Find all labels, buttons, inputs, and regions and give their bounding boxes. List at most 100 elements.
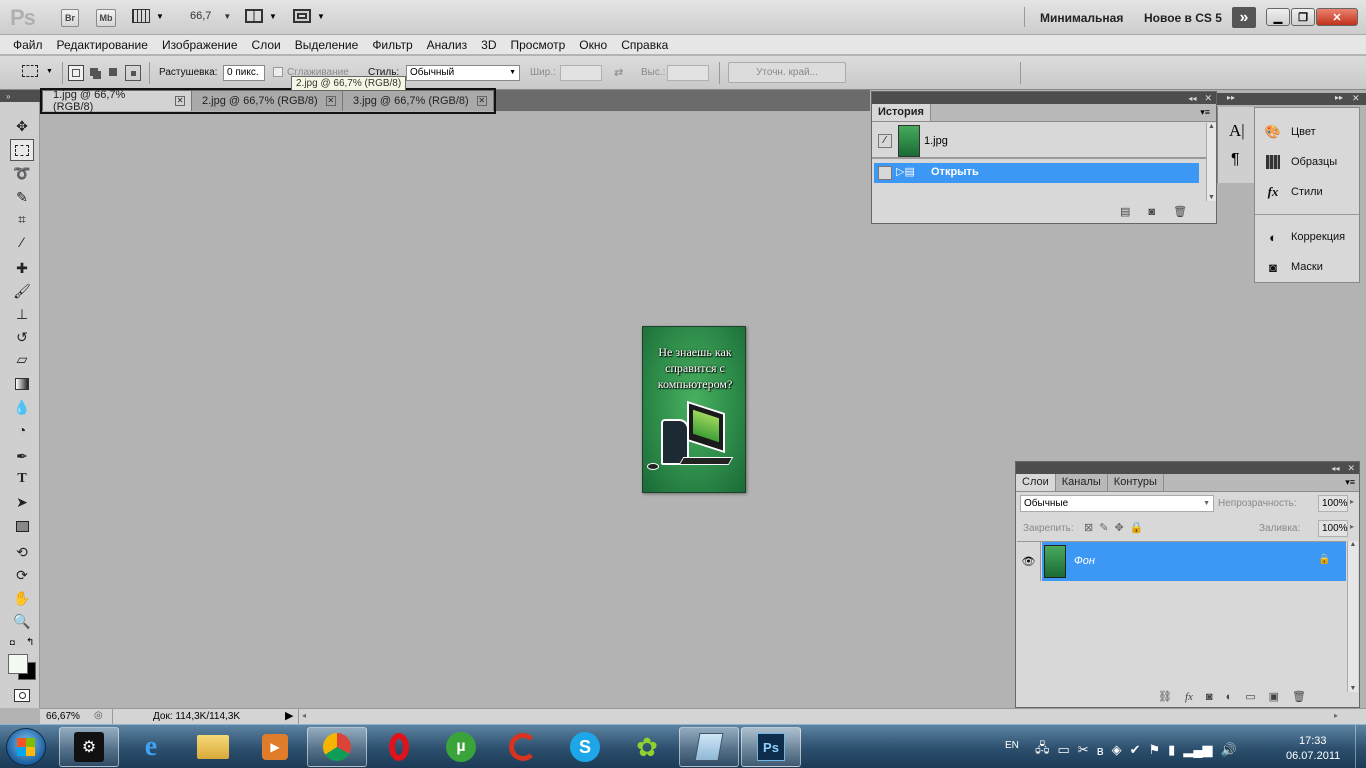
panel-masks[interactable]: ◙ Маски (1255, 252, 1359, 282)
bluetooth-icon[interactable]: ʙ (1097, 743, 1104, 758)
adjustment-layer-icon[interactable]: ◐ (1226, 691, 1233, 703)
expand-icon[interactable]: ▸▸ (1227, 93, 1235, 102)
scroll-up-icon[interactable]: ▲ (1207, 123, 1216, 130)
path-selection-tool-icon[interactable]: ➤ (10, 491, 34, 513)
lasso-tool-icon[interactable]: ➰ (10, 162, 34, 184)
new-snapshot-icon[interactable]: ◙ (1148, 206, 1155, 218)
tab-layers[interactable]: Слои (1016, 474, 1056, 491)
more-workspaces-button[interactable]: » (1232, 7, 1256, 28)
taskbar-utorrent[interactable]: µ (431, 727, 491, 767)
collapse-icon[interactable]: ▸▸ (1335, 93, 1343, 102)
menu-image[interactable]: Изображение (155, 35, 245, 55)
tab-document-3[interactable]: 3.jpg @ 66,7% (RGB/8) ✕ (343, 91, 494, 111)
close-icon[interactable]: ✕ (1204, 93, 1212, 104)
action-center-icon[interactable]: ⚑ (1149, 742, 1161, 758)
close-icon[interactable]: ✕ (175, 96, 185, 106)
status-menu-icon[interactable]: ▶ (285, 709, 293, 722)
3d-rotate-tool-icon[interactable]: ⟲ (10, 541, 34, 563)
security-icon[interactable]: ◈ (1112, 742, 1122, 758)
layer-row[interactable]: 👁 Фон 🔒 (1017, 541, 1346, 581)
3d-orbit-tool-icon[interactable]: ⟳ (10, 564, 34, 586)
panel-color[interactable]: 🎨 Цвет (1255, 117, 1359, 147)
chevron-right-icon[interactable]: ▸ (1350, 522, 1354, 531)
snapshot-row[interactable]: ⁄ 1.jpg (872, 123, 1206, 159)
fx-icon[interactable]: fx (1185, 691, 1193, 703)
close-icon[interactable]: ✕ (325, 96, 336, 106)
update-icon[interactable]: ✔ (1130, 742, 1141, 758)
paragraph-icon[interactable]: ¶ (1231, 151, 1240, 169)
clock-time[interactable]: 17:33 (1299, 735, 1327, 747)
menu-file[interactable]: Файл (6, 35, 50, 55)
taskbar-chrome[interactable] (307, 727, 367, 767)
eraser-tool-icon[interactable]: ▱ (10, 348, 34, 370)
add-mask-icon[interactable]: ◙ (1206, 691, 1213, 703)
taskbar-notes[interactable] (679, 727, 739, 767)
network-share-icon[interactable]: 🖧 (1035, 739, 1050, 761)
history-scrollbar[interactable]: ▲ ▼ (1206, 123, 1216, 201)
history-brush-source-icon[interactable]: ⁄ (878, 134, 892, 148)
zoom-tool-icon[interactable]: 🔍 (10, 610, 34, 632)
menu-view[interactable]: Просмотр (503, 35, 572, 55)
battery-icon[interactable]: ▮ (1168, 742, 1175, 758)
taskbar-opera[interactable] (369, 727, 429, 767)
lock-transparency-icon[interactable]: ⊠ (1084, 521, 1093, 534)
chevron-right-icon[interactable]: ▸ (1350, 497, 1354, 506)
menu-layers[interactable]: Слои (245, 35, 288, 55)
minimize-button[interactable]: ▁ (1266, 8, 1290, 26)
taskbar-media-player[interactable]: ▶ (245, 727, 305, 767)
pen-tool-icon[interactable]: ✒ (10, 445, 34, 467)
new-selection-icon[interactable] (68, 65, 84, 81)
show-desktop-button[interactable] (1355, 725, 1366, 768)
width-input[interactable] (560, 65, 602, 81)
tab-document-2[interactable]: 2.jpg @ 66,7% (RGB/8) ✕ (192, 91, 343, 111)
fill-input[interactable]: 100% (1318, 520, 1348, 537)
layer-name[interactable]: Фон (1074, 555, 1095, 567)
tab-history[interactable]: История (872, 104, 931, 121)
quick-selection-tool-icon[interactable]: ✎ (10, 186, 34, 208)
intersect-selection-icon[interactable] (125, 65, 141, 81)
scroll-right-icon[interactable]: ▸ (1334, 711, 1338, 720)
tools-icon[interactable]: ✂ (1078, 742, 1089, 758)
gradient-tool-icon[interactable] (10, 373, 34, 395)
lock-pixels-icon[interactable]: ✎ (1099, 521, 1108, 534)
status-info-icon[interactable]: ◎ (94, 710, 103, 721)
default-colors-icon[interactable]: ◘ (10, 638, 15, 647)
history-state-row[interactable]: ▷▤ Открыть (874, 163, 1199, 183)
restore-button[interactable]: ❐ (1291, 8, 1315, 26)
tab-paths[interactable]: Контуры (1108, 474, 1164, 491)
menu-3d[interactable]: 3D (474, 35, 503, 55)
panel-menu-icon[interactable]: ▾≡ (1200, 107, 1210, 118)
taskbar-ccleaner[interactable] (493, 727, 553, 767)
style-select[interactable]: Обычный ▼ (406, 65, 520, 81)
volume-icon[interactable]: 🔊 (1221, 742, 1237, 758)
refine-edge-button[interactable]: Уточн. край... (728, 62, 846, 83)
feather-input[interactable]: 0 пикс. (223, 65, 265, 81)
subtract-selection-icon[interactable] (106, 65, 122, 81)
add-selection-icon[interactable] (87, 65, 103, 81)
bridge-button[interactable]: Br (61, 9, 79, 27)
scroll-down-icon[interactable]: ▼ (1207, 194, 1216, 201)
tab-document-1[interactable]: 1.jpg @ 66,7% (RGB/8) ✕ (43, 89, 192, 113)
workspace-new-in-cs5[interactable]: Новое в CS 5 (1144, 11, 1222, 25)
new-group-icon[interactable]: ▭ (1245, 690, 1255, 703)
taskbar-steam[interactable]: ⚙ (59, 727, 119, 767)
new-document-from-state-icon[interactable]: ▤ (1120, 205, 1130, 218)
clock-date[interactable]: 06.07.2011 (1286, 750, 1340, 762)
taskbar-skype[interactable]: S (555, 727, 615, 767)
close-icon[interactable]: ✕ (1347, 463, 1355, 474)
screen-mode-dropdown[interactable]: ▼ (293, 9, 325, 23)
arrange-documents-dropdown[interactable]: ▼ (245, 9, 277, 23)
collapse-icon[interactable]: ◂◂ (1331, 464, 1339, 473)
mini-bridge-button[interactable]: Mb (96, 9, 116, 27)
opacity-input[interactable]: 100% (1318, 495, 1348, 512)
eye-icon[interactable]: 👁 (1017, 542, 1041, 581)
crop-tool-icon[interactable]: ⌗ (10, 208, 34, 230)
lock-position-icon[interactable]: ✥ (1114, 521, 1123, 534)
panel-menu-icon[interactable]: ▾≡ (1345, 477, 1355, 488)
lock-all-icon[interactable]: 🔒 (1130, 521, 1144, 534)
panel-adjustments[interactable]: ◐ Коррекция (1255, 222, 1359, 252)
menu-select[interactable]: Выделение (288, 35, 366, 55)
monitor-icon[interactable]: ▭ (1058, 742, 1070, 758)
swap-colors-icon[interactable]: ↰ (26, 637, 34, 648)
close-icon[interactable]: ✕ (476, 96, 487, 106)
